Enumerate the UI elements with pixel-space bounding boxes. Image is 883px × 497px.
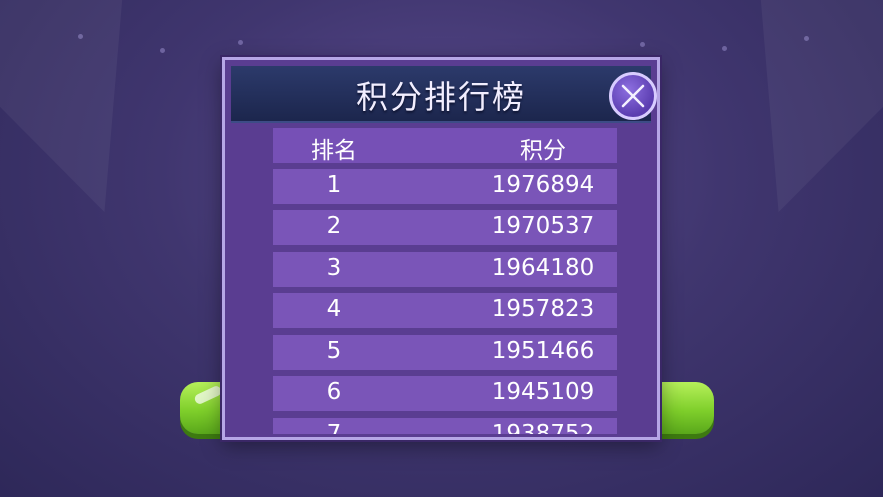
table-row: 6 1945109: [273, 376, 617, 411]
row-rank: 4: [326, 296, 342, 322]
table-row: 3 1964180: [273, 252, 617, 287]
modal-title: 积分排行榜: [355, 78, 526, 116]
modal-title-bar: 积分排行榜: [231, 66, 657, 123]
header-rank: 排名: [311, 138, 357, 164]
row-rank: 6: [326, 379, 342, 405]
sparkle-dot: [78, 34, 83, 39]
table-row: 4 1957823: [273, 293, 617, 328]
row-score: 1945109: [491, 379, 595, 405]
row-rank: 3: [326, 255, 342, 281]
background-light-ray-right: [665, 0, 883, 254]
close-button[interactable]: [609, 72, 657, 120]
table-header-row: 排名 积分: [273, 128, 617, 164]
leaderboard-list[interactable]: 排名 积分 1 1976894 2 1970537 3 1964180 4 19…: [231, 128, 651, 434]
row-score: 1970537: [491, 213, 595, 239]
row-score: 1951466: [491, 338, 595, 364]
row-rank: 2: [326, 213, 342, 239]
button-shine: [193, 384, 223, 406]
row-score: 1938752: [491, 421, 595, 434]
leaderboard-modal: 积分排行榜 排名 积分 1 1976894 2 1970537 3 196418…: [222, 57, 660, 440]
row-rank: 7: [326, 421, 342, 434]
sparkle-dot: [640, 42, 645, 47]
table-row: 5 1951466: [273, 335, 617, 370]
row-rank: 1: [326, 172, 342, 198]
header-score: 积分: [520, 138, 566, 164]
background-light-ray-left: [0, 0, 218, 254]
row-score: 1957823: [491, 296, 595, 322]
close-x-icon: [621, 84, 645, 108]
sparkle-dot: [722, 46, 727, 51]
row-rank: 5: [326, 338, 342, 364]
sparkle-dot: [160, 48, 165, 53]
table-row: 2 1970537: [273, 210, 617, 245]
row-score: 1976894: [491, 172, 595, 198]
table-row: 1 1976894: [273, 169, 617, 204]
table-row: 7 1938752: [273, 418, 617, 434]
sparkle-dot: [238, 40, 243, 45]
row-score: 1964180: [491, 255, 595, 281]
sparkle-dot: [804, 36, 809, 41]
